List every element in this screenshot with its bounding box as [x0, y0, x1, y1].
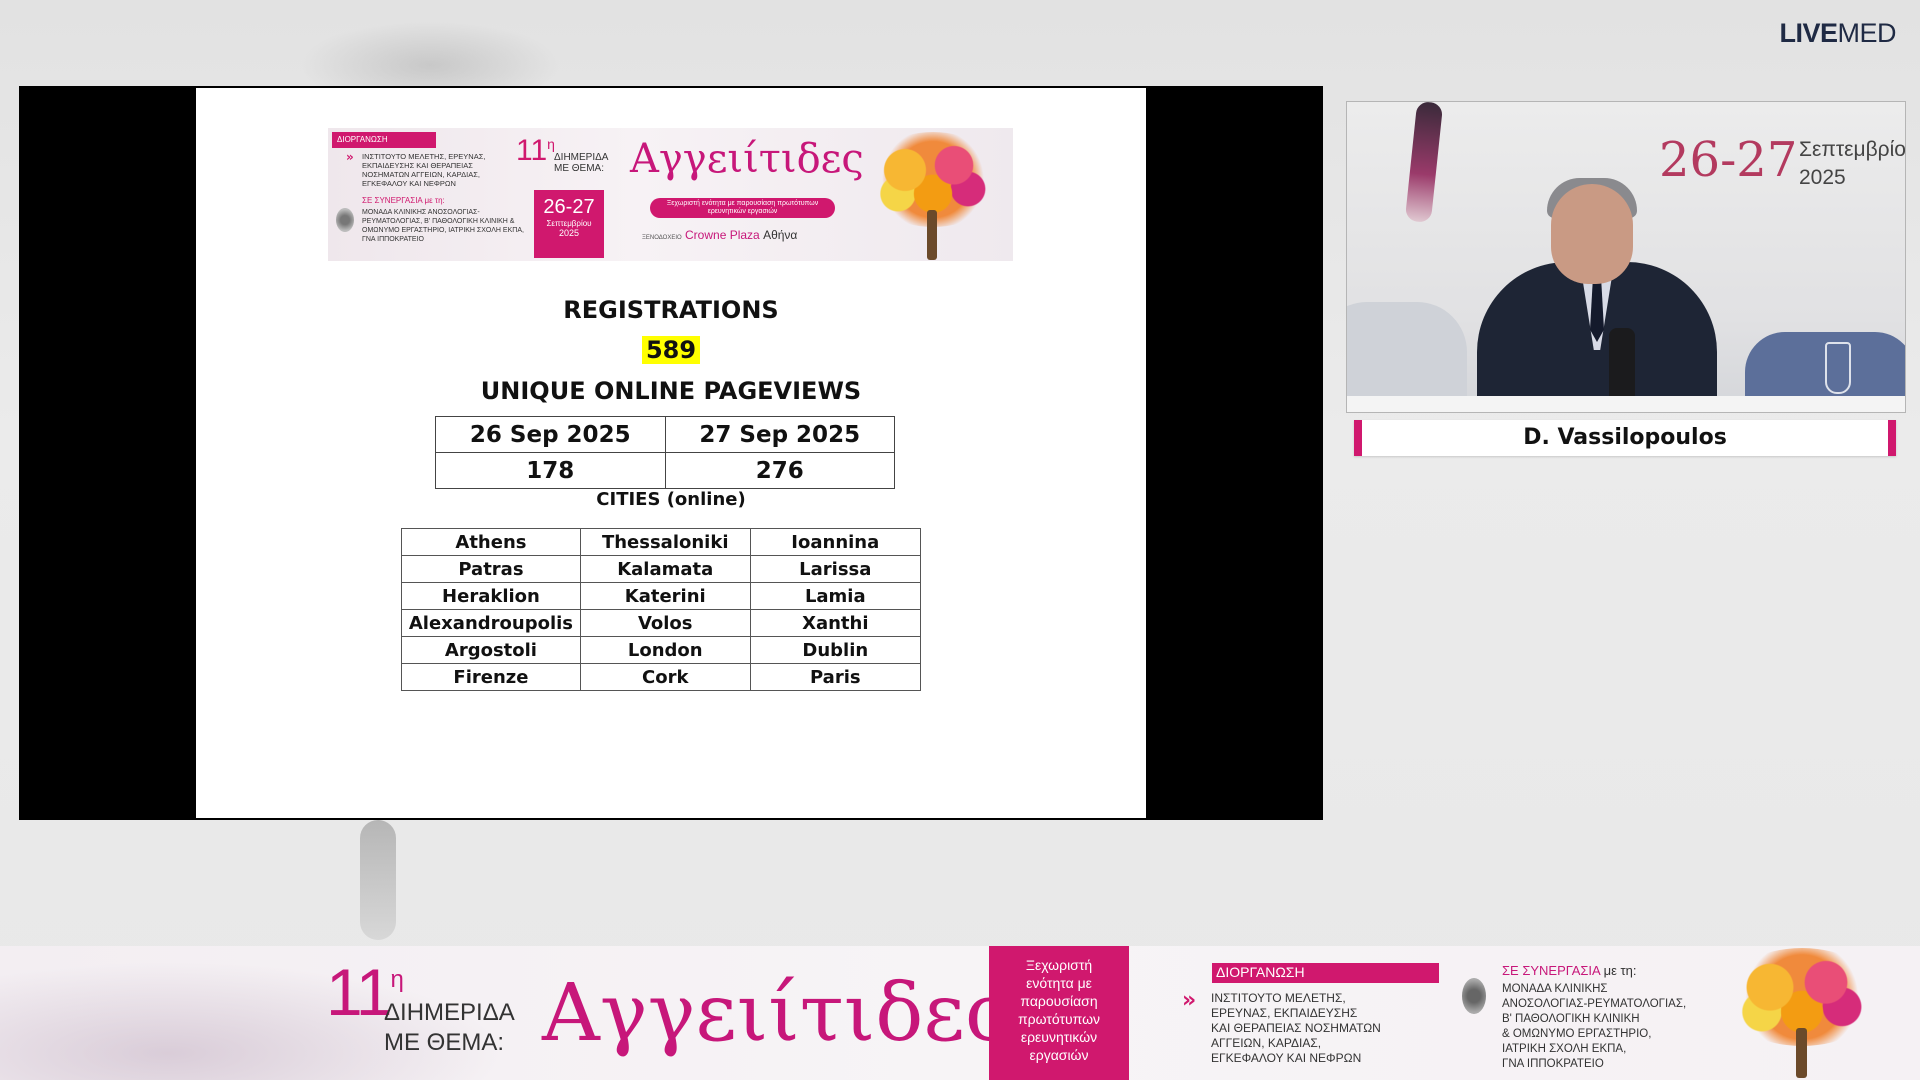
- org-text: ΙΝΣΤΙΤΟΥΤΟ ΜΕΛΕΤΗΣ, ΕΡΕΥΝΑΣ, ΕΚΠΑΙΔΕΥΣΗΣ…: [1211, 991, 1381, 1065]
- city-cell: Argostoli: [401, 636, 581, 664]
- table-row: Heraklion Katerini Lamia: [401, 582, 922, 610]
- speaker-head: [1551, 184, 1633, 284]
- city-cell: Ioannina: [749, 528, 922, 556]
- cities-table: Athens Thessaloniki Ioannina Patras Kalamat…: [401, 528, 922, 691]
- city-cell: Volos: [579, 609, 751, 637]
- seal-icon: [336, 208, 354, 232]
- city-cell: Patras: [401, 555, 581, 583]
- chevron-right-icon: »: [1182, 988, 1197, 1013]
- table-row: Firenze Cork Paris: [401, 663, 922, 691]
- special-session-box: Ξεχωριστή ενότητα με παρουσίαση πρωτότυπ…: [989, 946, 1129, 1080]
- backdrop-month: Σεπτεμβρίου 2025: [1799, 138, 1906, 189]
- event-title: Αγγειίτιδες: [542, 966, 1010, 1059]
- table-row: 26 Sep 2025 27 Sep 2025: [435, 416, 895, 453]
- table-row: 178 276: [435, 452, 895, 489]
- speaker-video: 26-27 Σεπτεμβρίου 2025: [1346, 101, 1906, 413]
- city-cell: Athens: [401, 528, 581, 556]
- registrations-value: 589: [196, 336, 1146, 364]
- pageviews-value: 276: [664, 452, 895, 489]
- livemed-logo: LIVEMED: [1779, 18, 1896, 48]
- pageviews-label: UNIQUE ONLINE PAGEVIEWS: [480, 377, 862, 405]
- pageviews-header: 27 Sep 2025: [664, 416, 895, 453]
- bottom-event-banner: 11η ΔΙΗΜΕΡΙΔΑ ΜΕ ΘΕΜΑ: Αγγειίτιδες Ξεχωρ…: [0, 946, 1920, 1080]
- chevron-right-icon: »: [346, 150, 354, 164]
- slide-event-banner: ΔΙΟΡΓΑΝΩΣΗ » ΙΝΣΤΙΤΟΥΤΟ ΜΕΛΕΤΗΣ, ΕΡΕΥΝΑΣ…: [328, 128, 1013, 261]
- table-row: Patras Kalamata Larissa: [401, 555, 922, 583]
- org-tag: ΔΙΟΡΓΑΝΩΣΗ: [1212, 963, 1439, 983]
- org-tag: ΔΙΟΡΓΑΝΩΣΗ: [332, 132, 436, 148]
- city-cell: Paris: [749, 663, 922, 691]
- city-cell: Alexandroupolis: [401, 609, 581, 637]
- city-cell: Cork: [579, 663, 751, 691]
- collab-text: ΜΟΝΑΔΑ ΚΛΙΝΙΚΗΣ ΑΝΟΣΟΛΟΓΙΑΣ-ΡΕΥΜΑΤΟΛΟΓΙΑ…: [362, 209, 524, 243]
- venue: ΞΕΝΟΔΟΧΕΙΟ Crowne Plaza Αθήνα: [642, 228, 798, 242]
- city-cell: London: [579, 636, 751, 664]
- background-stem: [360, 820, 396, 940]
- speaker-nameplate: D. Vassilopoulos: [1354, 420, 1896, 456]
- city-cell: Lamia: [749, 582, 922, 610]
- edition-number: 11η: [516, 134, 555, 167]
- collab-label: ΣΕ ΣΥΝΕΡΓΑΣΙΑ με τη:: [1502, 963, 1637, 978]
- city-cell: Firenze: [401, 663, 581, 691]
- pageviews-value: 178: [435, 452, 666, 489]
- water-bottle: [1609, 328, 1635, 400]
- table-row: Athens Thessaloniki Ioannina: [401, 528, 922, 556]
- table-row: Argostoli London Dublin: [401, 636, 922, 664]
- collab-text: ΜΟΝΑΔΑ ΚΛΙΝΙΚΗΣ ΑΝΟΣΟΛΟΓΙΑΣ-ΡΕΥΜΑΤΟΛΟΓΙΑ…: [1502, 983, 1687, 1070]
- tree-logo-icon: [863, 132, 1003, 260]
- seal-icon: [1462, 978, 1486, 1014]
- registrations-label: REGISTRATIONS: [563, 296, 779, 324]
- presentation-area: ΔΙΟΡΓΑΝΩΣΗ » ΙΝΣΤΙΤΟΥΤΟ ΜΕΛΕΤΗΣ, ΕΡΕΥΝΑΣ…: [19, 86, 1323, 820]
- city-cell: Dublin: [749, 636, 922, 664]
- cities-label: CITIES (online): [596, 489, 746, 510]
- table-top: [1347, 396, 1905, 412]
- pageviews-header: 26 Sep 2025: [435, 416, 666, 453]
- backdrop-splash: [1404, 102, 1444, 224]
- city-cell: Xanthi: [749, 609, 922, 637]
- slide: ΔΙΟΡΓΑΝΩΣΗ » ΙΝΣΤΙΤΟΥΤΟ ΜΕΛΕΤΗΣ, ΕΡΕΥΝΑΣ…: [196, 88, 1146, 818]
- tree-logo-icon: [1722, 948, 1882, 1078]
- special-session-pill: Ξεχωριστή ενότητα με παρουσίαση πρωτότυπ…: [650, 198, 835, 218]
- collab-label: ΣΕ ΣΥΝΕΡΓΑΣΙΑ με τη:: [362, 196, 445, 205]
- city-cell: Katerini: [579, 582, 751, 610]
- edition-text: ΔΙΗΜΕΡΙΔΑ ΜΕ ΘΕΜΑ:: [384, 999, 515, 1056]
- event-title: Αγγειίτιδες: [630, 136, 864, 182]
- table-row: Alexandroupolis Volos Xanthi: [401, 609, 922, 637]
- city-cell: Kalamata: [579, 555, 751, 583]
- date-box: 26-27 Σεπτεμβρίου 2025: [534, 190, 604, 258]
- org-text: ΙΝΣΤΙΤΟΥΤΟ ΜΕΛΕΤΗΣ, ΕΡΕΥΝΑΣ, ΕΚΠΑΙΔΕΥΣΗΣ…: [362, 152, 486, 188]
- city-cell: Larissa: [749, 555, 922, 583]
- city-cell: Heraklion: [401, 582, 581, 610]
- pageviews-table: 26 Sep 2025 27 Sep 2025 178 276: [435, 416, 895, 489]
- glass: [1825, 342, 1851, 394]
- city-cell: Thessaloniki: [579, 528, 751, 556]
- edition-text: ΔΙΗΜΕΡΙΔΑ ΜΕ ΘΕΜΑ:: [554, 152, 608, 174]
- backdrop-dates: 26-27: [1659, 132, 1798, 188]
